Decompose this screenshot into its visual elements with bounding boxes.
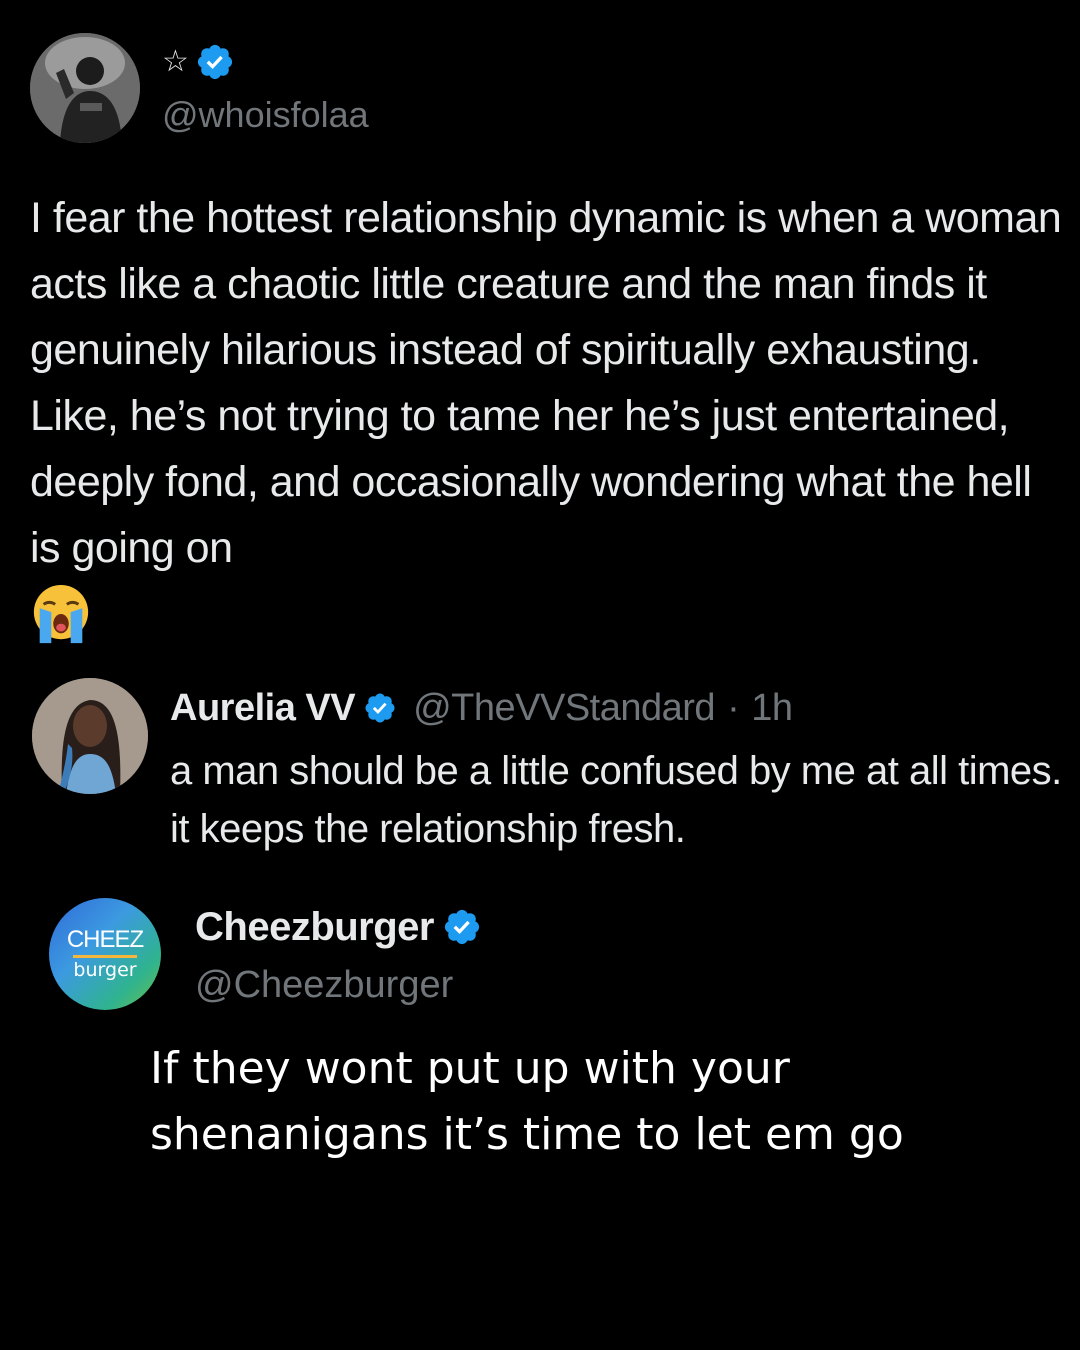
avatar-cheezburger-logo[interactable]: CHEEZ burger bbox=[49, 898, 161, 1010]
avatar-thevvstandard[interactable] bbox=[32, 678, 148, 794]
tweet3-text: If they wont put up with your shenanigan… bbox=[150, 1043, 904, 1160]
tweet3-handle[interactable]: @Cheezburger bbox=[195, 963, 453, 1007]
profile-photo-icon bbox=[30, 33, 140, 143]
logo-divider bbox=[73, 955, 137, 958]
tweet2-display-name[interactable]: Aurelia VV bbox=[170, 687, 356, 730]
star-outline-icon: ☆ bbox=[162, 44, 189, 79]
tweet2-handle[interactable]: @TheVVStandard bbox=[413, 687, 715, 730]
logo-burger-text: burger bbox=[73, 959, 137, 981]
tweet2-separator: · bbox=[727, 686, 740, 729]
avatar-whoisfolaa[interactable] bbox=[30, 33, 140, 143]
tweet2-timestamp[interactable]: 1h bbox=[751, 687, 793, 730]
profile-photo-icon bbox=[32, 678, 148, 794]
verified-badge-icon bbox=[365, 693, 395, 723]
tweet1-text: I fear the hottest relationship dynamic … bbox=[30, 194, 1062, 572]
tweet3-name-row[interactable]: Cheezburger bbox=[195, 902, 482, 952]
logo-cheez-text: CHEEZ bbox=[66, 926, 144, 953]
tweet1-handle[interactable]: @whoisfolaa bbox=[162, 95, 369, 135]
verified-badge-icon bbox=[444, 909, 480, 945]
loudly-crying-face-icon bbox=[33, 584, 89, 644]
tweet2-text: a man should be a little confused by me … bbox=[170, 749, 1062, 851]
tweet3-display-name[interactable]: Cheezburger bbox=[195, 905, 435, 950]
tweet2-header[interactable]: Aurelia VV @TheVVStandard · 1h bbox=[170, 684, 793, 732]
tweet1-name-row[interactable]: ☆ bbox=[162, 40, 235, 84]
verified-badge-icon bbox=[197, 44, 232, 80]
